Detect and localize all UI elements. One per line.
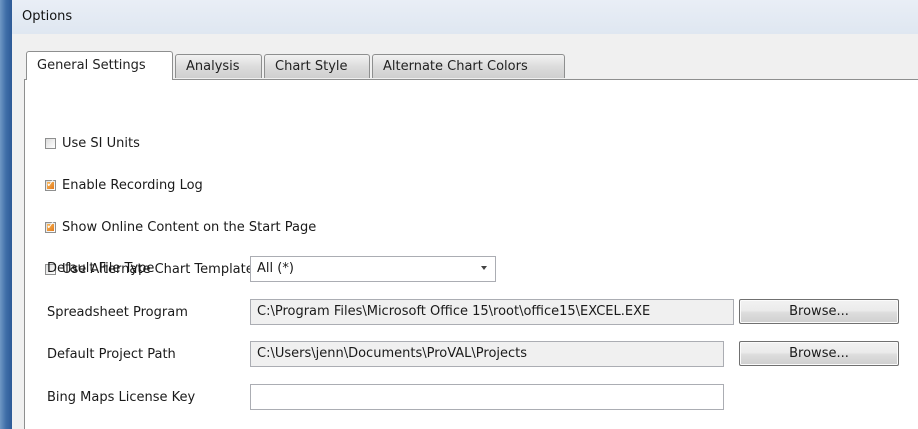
bing-maps-license-key-input[interactable] xyxy=(250,384,724,410)
general-settings-panel: Use SI Units ✓ Enable Recording Log ✓ Sh… xyxy=(24,79,918,429)
tab-label: Chart Style xyxy=(275,59,348,74)
tab-label: Analysis xyxy=(186,59,240,74)
checkbox-box[interactable] xyxy=(45,137,56,149)
spreadsheet-program-field[interactable]: C:\Program Files\Microsoft Office 15\roo… xyxy=(250,299,734,325)
chevron-down-icon xyxy=(481,266,487,270)
check-icon: ✓ xyxy=(46,176,56,190)
checkbox-box[interactable]: ✓ xyxy=(45,218,56,233)
default-project-path-label: Default Project Path xyxy=(47,347,176,362)
button-label: Browse... xyxy=(789,346,849,361)
dropdown-value: All (*) xyxy=(257,261,294,276)
button-label: Browse... xyxy=(789,304,849,319)
checkbox-label: Use SI Units xyxy=(62,135,140,151)
dialog-body: General Settings Analysis Chart Style Al… xyxy=(12,34,918,429)
tab-chart-style[interactable]: Chart Style xyxy=(264,54,370,78)
use-si-units-checkbox[interactable]: Use SI Units xyxy=(45,134,140,152)
spreadsheet-program-label: Spreadsheet Program xyxy=(47,305,188,320)
checkbox-label: Enable Recording Log xyxy=(62,177,203,193)
show-online-content-checkbox[interactable]: ✓ Show Online Content on the Start Page xyxy=(45,218,316,236)
checkbox-label: Show Online Content on the Start Page xyxy=(62,219,317,235)
bing-maps-license-key-label: Bing Maps License Key xyxy=(47,390,196,405)
spreadsheet-browse-button[interactable]: Browse... xyxy=(739,299,899,324)
tab-alternate-chart-colors[interactable]: Alternate Chart Colors xyxy=(372,54,565,78)
field-value: C:\Program Files\Microsoft Office 15\roo… xyxy=(257,304,651,319)
default-project-path-field[interactable]: C:\Users\jenn\Documents\ProVAL\Projects xyxy=(250,341,724,367)
project-path-browse-button[interactable]: Browse... xyxy=(739,341,899,366)
default-file-type-dropdown[interactable]: All (*) xyxy=(250,256,496,282)
tab-general-settings[interactable]: General Settings xyxy=(26,51,173,80)
enable-recording-log-checkbox[interactable]: ✓ Enable Recording Log xyxy=(45,176,203,194)
title-bar[interactable]: Options xyxy=(12,0,918,34)
window-title: Options xyxy=(22,9,73,24)
field-value: C:\Users\jenn\Documents\ProVAL\Projects xyxy=(257,346,528,361)
default-file-type-label: Default File Type xyxy=(47,261,155,276)
checkbox-box[interactable]: ✓ xyxy=(45,176,56,191)
tab-analysis[interactable]: Analysis xyxy=(175,54,262,78)
tab-label: General Settings xyxy=(37,58,146,73)
tab-label: Alternate Chart Colors xyxy=(383,59,528,74)
check-icon: ✓ xyxy=(46,218,56,232)
